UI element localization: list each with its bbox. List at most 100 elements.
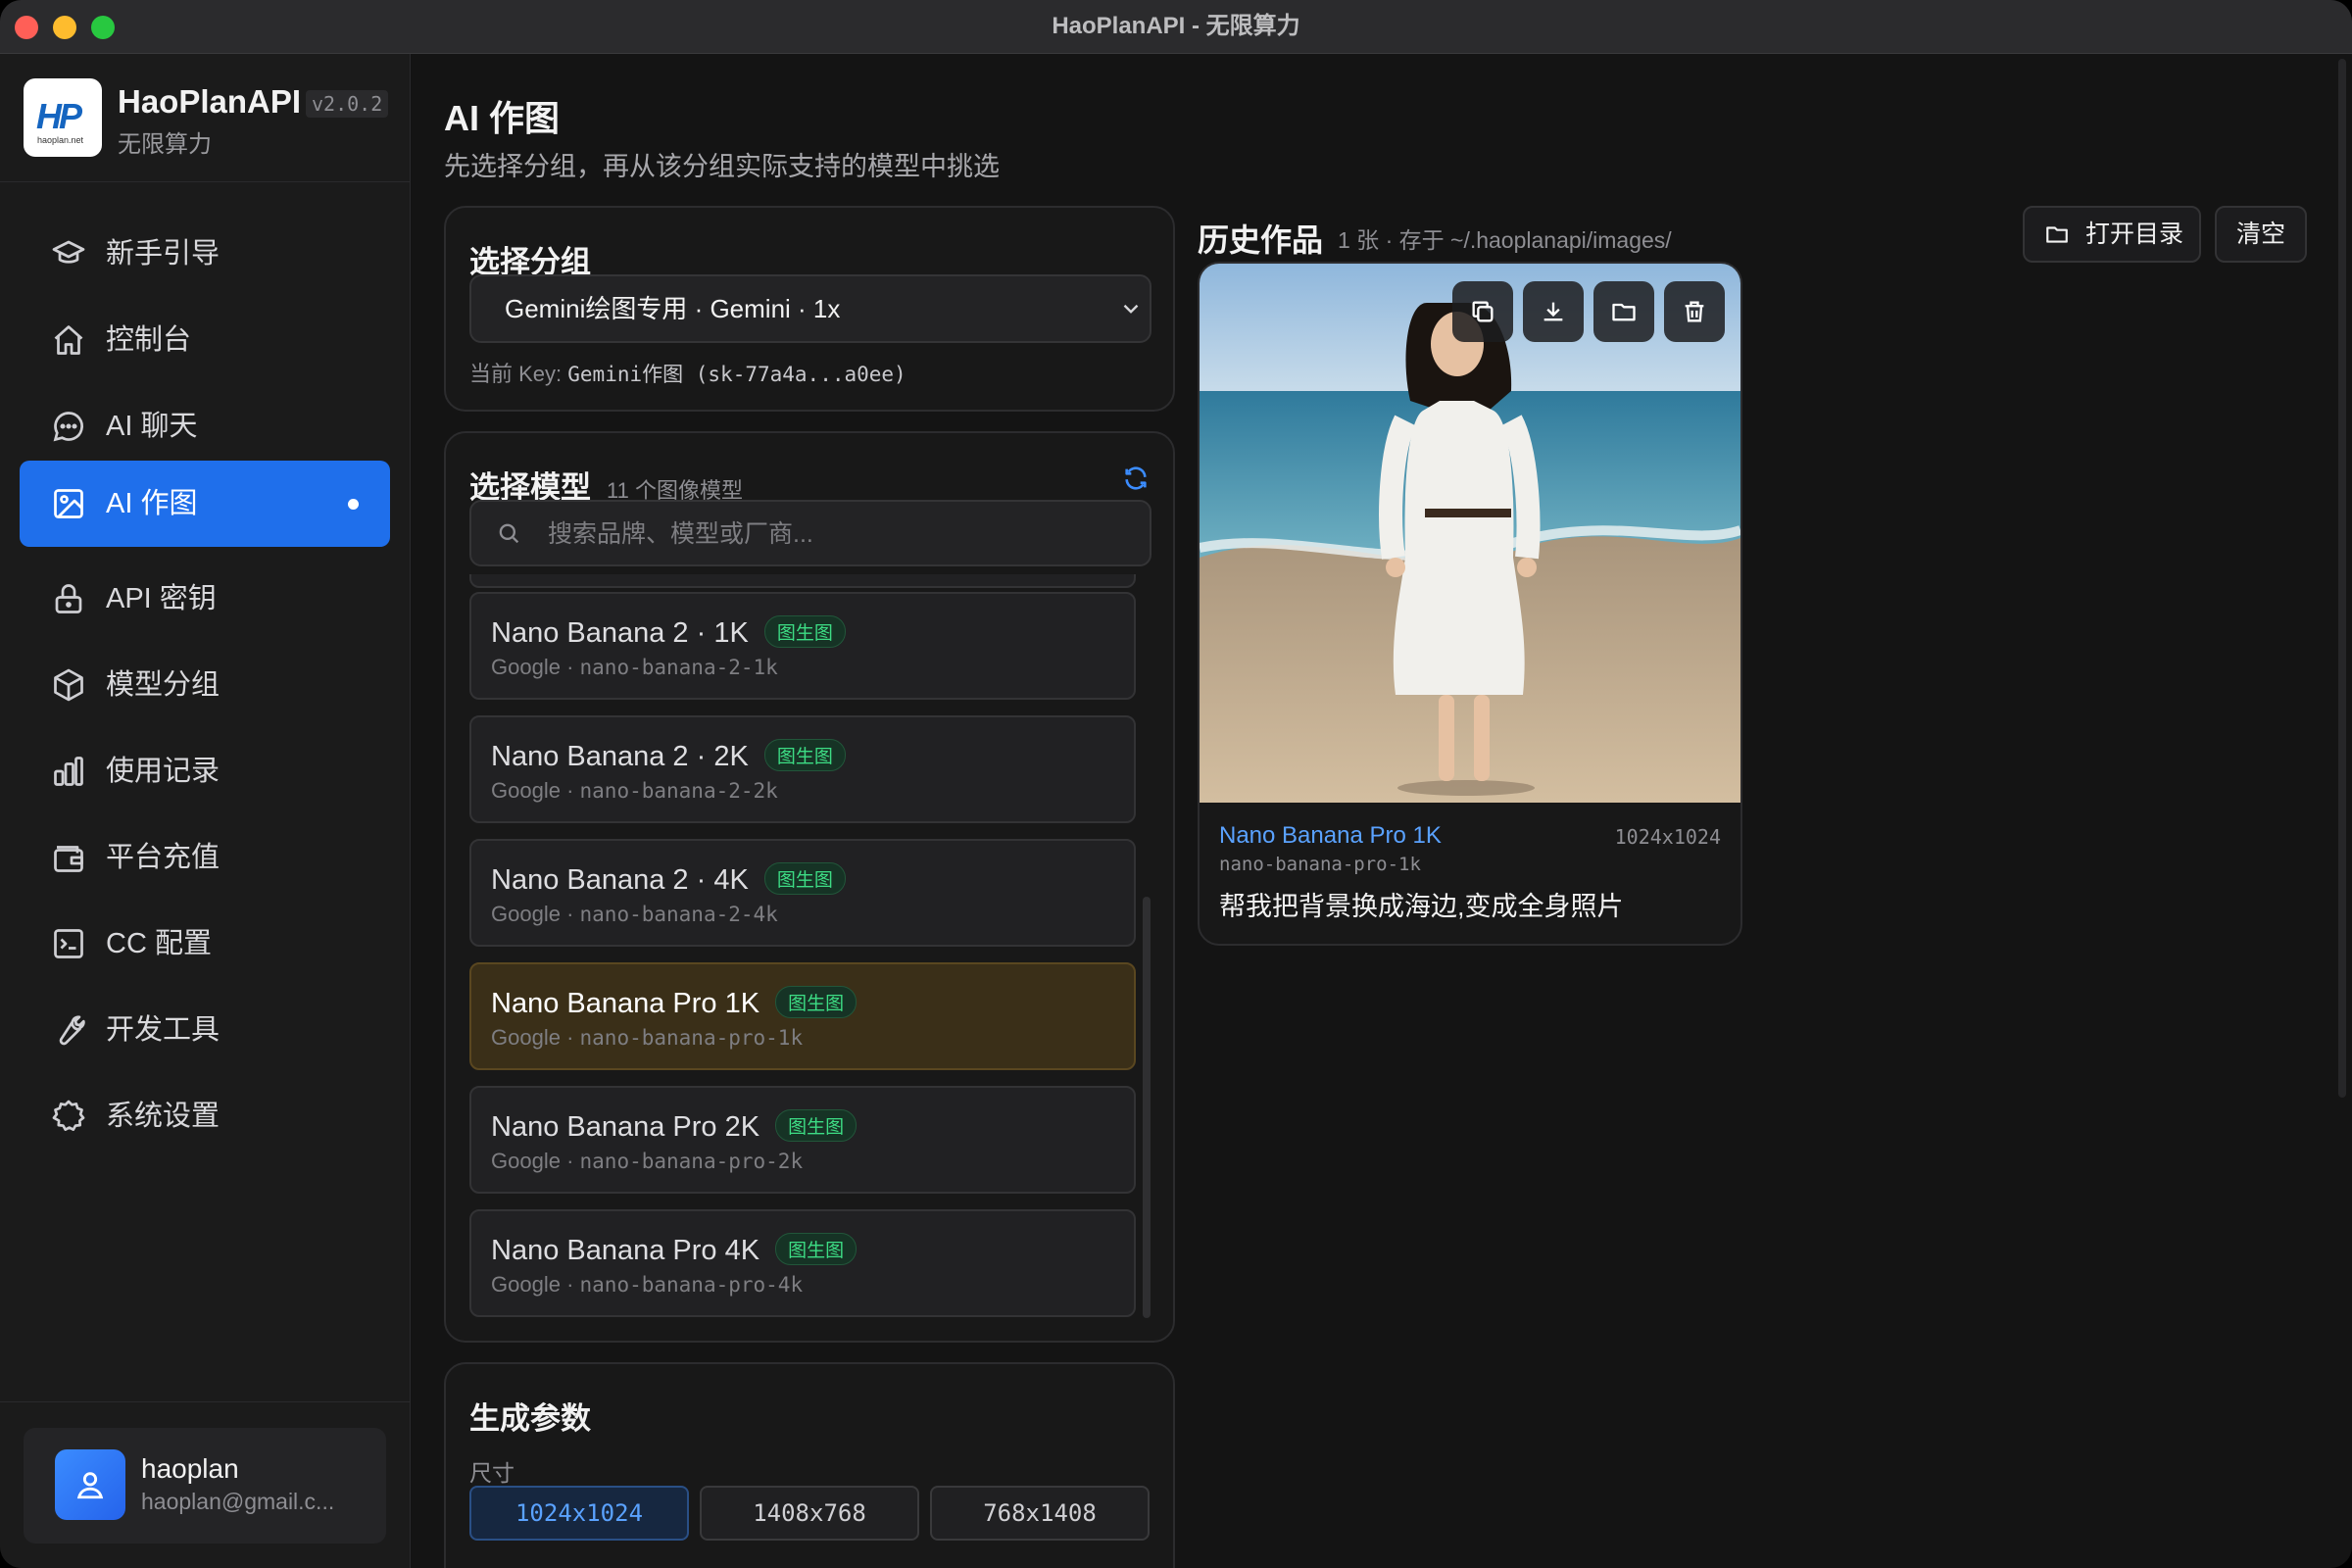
sidebar-item-ai-chat[interactable]: AI 聊天 bbox=[20, 383, 390, 469]
sidebar-item-label: 系统设置 bbox=[106, 1101, 220, 1132]
model-card: 选择模型11 个图像模型 Nano Banana 2 · 1K图生图 Googl… bbox=[444, 431, 1175, 1343]
page-subtitle: 先选择分组，再从该分组实际支持的模型中挑选 bbox=[444, 152, 1000, 181]
folder-icon bbox=[2046, 226, 2068, 243]
sidebar-item-guide[interactable]: 新手引导 bbox=[20, 211, 390, 297]
sidebar: HP haoplan.net HaoPlanAPI v2.0.2 无限算力 新手… bbox=[0, 54, 411, 1568]
history-model-id: nano-banana-pro-1k bbox=[1219, 854, 1421, 875]
history-model-name: Nano Banana Pro 1K bbox=[1219, 822, 1442, 849]
current-key-label: 当前 Key: bbox=[469, 362, 563, 386]
model-item[interactable]: Nano Banana Pro 2K 图生图 Google · nano-bana… bbox=[469, 1086, 1136, 1194]
sidebar-item-label: 使用记录 bbox=[106, 756, 220, 787]
search-icon bbox=[499, 523, 519, 544]
user-name: haoplan bbox=[141, 1453, 239, 1484]
model-search-input[interactable] bbox=[546, 502, 1118, 566]
cube-icon bbox=[54, 668, 83, 702]
title-bar: HaoPlanAPI - 无限算力 bbox=[0, 0, 2352, 54]
lock-icon bbox=[55, 584, 82, 613]
chat-bubble-icon bbox=[53, 412, 83, 442]
active-indicator-dot bbox=[348, 499, 359, 510]
history-meta: 1 张 · 存于 ~/.haoplanapi/images/ bbox=[1338, 227, 1672, 253]
model-meta: Google · nano-banana-pro-1k bbox=[491, 1025, 804, 1050]
app-window: HaoPlanAPI - 无限算力 HP haoplan.net HaoPlan… bbox=[0, 0, 2352, 1568]
model-name: Nano Banana Pro 1K 图生图 bbox=[491, 986, 858, 1020]
window-title: HaoPlanAPI - 无限算力 bbox=[1052, 13, 1300, 39]
model-meta: Google · nano-banana-pro-2k bbox=[491, 1149, 804, 1173]
show-in-folder-button[interactable] bbox=[1593, 281, 1654, 342]
model-name: Nano Banana Pro 2K 图生图 bbox=[491, 1109, 858, 1144]
current-key-line: 当前 Key: Gemini作图 (sk-77a4a...a0ee) bbox=[469, 357, 906, 388]
model-badge: 图生图 bbox=[763, 615, 846, 648]
download-image-button[interactable] bbox=[1523, 281, 1584, 342]
sidebar-item-label: AI 聊天 bbox=[106, 411, 198, 442]
sidebar-item-label: 平台充值 bbox=[106, 842, 220, 873]
size-label: 尺寸 bbox=[469, 1460, 514, 1486]
params-card: 生成参数 尺寸 1024x1024 1408x768 768x1408 bbox=[444, 1362, 1175, 1568]
app-name: HaoPlanAPI bbox=[118, 83, 302, 120]
history-dimensions: 1024x1024 bbox=[1614, 825, 1721, 849]
model-badge: 图生图 bbox=[775, 1233, 858, 1265]
sidebar-item-settings[interactable]: 系统设置 bbox=[20, 1073, 390, 1159]
main-scrollbar[interactable] bbox=[2338, 59, 2346, 1098]
model-name: Nano Banana Pro 4K 图生图 bbox=[491, 1233, 858, 1267]
model-badge: 图生图 bbox=[763, 862, 846, 895]
version-badge: v2.0.2 bbox=[306, 90, 389, 118]
sidebar-item-dashboard[interactable]: 控制台 bbox=[20, 297, 390, 383]
sidebar-item-cc-config[interactable]: CC 配置 bbox=[20, 901, 390, 987]
size-option-button[interactable]: 1408x768 bbox=[700, 1486, 919, 1541]
sidebar-item-label: 新手引导 bbox=[106, 238, 220, 270]
model-item-selected[interactable]: Nano Banana Pro 1K 图生图 Google · nano-bana… bbox=[469, 962, 1136, 1070]
model-item[interactable]: Nano Banana 2 · 2K 图生图 Google · nano-bana… bbox=[469, 715, 1136, 823]
model-item[interactable]: Nano Banana 2 · 4K 图生图 Google · nano-bana… bbox=[469, 839, 1136, 947]
model-meta: Google · nano-banana-2-2k bbox=[491, 778, 778, 803]
size-option-button[interactable]: 768x1408 bbox=[930, 1486, 1150, 1541]
sidebar-item-label: 开发工具 bbox=[106, 1014, 220, 1046]
generated-image[interactable] bbox=[1200, 264, 1740, 803]
sidebar-item-model-groups[interactable]: 模型分组 bbox=[20, 642, 390, 728]
group-select[interactable]: Gemini绘图专用 · Gemini · 1x bbox=[469, 274, 1152, 343]
user-card[interactable]: haoplan haoplan@gmail.c... bbox=[24, 1428, 386, 1544]
user-icon bbox=[76, 1472, 104, 1499]
app-subtitle: 无限算力 bbox=[118, 131, 212, 158]
params-card-title: 生成参数 bbox=[469, 1401, 591, 1436]
app-logo: HP haoplan.net bbox=[24, 78, 102, 157]
model-search-box[interactable] bbox=[469, 500, 1152, 566]
trash-icon bbox=[1685, 301, 1704, 322]
delete-image-button[interactable] bbox=[1664, 281, 1725, 342]
model-badge: 图生图 bbox=[775, 986, 858, 1018]
sidebar-item-ai-image[interactable]: AI 作图 bbox=[20, 461, 390, 547]
model-meta: Google · nano-banana-2-4k bbox=[491, 902, 778, 926]
clear-button[interactable]: 清空 bbox=[2215, 206, 2307, 263]
copy-image-button[interactable] bbox=[1452, 281, 1513, 342]
history-title: 历史作品 bbox=[1198, 222, 1324, 258]
sidebar-divider bbox=[0, 1401, 410, 1402]
list-item[interactable] bbox=[469, 574, 1136, 588]
group-select-value: Gemini绘图专用 · Gemini · 1x bbox=[505, 294, 841, 323]
terminal-icon bbox=[54, 929, 83, 958]
wrench-icon bbox=[59, 1015, 85, 1046]
model-item[interactable]: Nano Banana 2 · 1K 图生图 Google · nano-bana… bbox=[469, 592, 1136, 700]
page-title: AI 作图 bbox=[444, 98, 561, 138]
history-item[interactable]: Nano Banana Pro 1K 1024x1024 nano-banana… bbox=[1198, 262, 1742, 946]
sidebar-item-dev-tools[interactable]: 开发工具 bbox=[20, 987, 390, 1073]
bar-chart-icon bbox=[54, 757, 83, 786]
model-meta: Google · nano-banana-pro-4k bbox=[491, 1272, 804, 1297]
folder-icon bbox=[1612, 303, 1636, 321]
model-name: Nano Banana 2 · 4K 图生图 bbox=[491, 862, 846, 897]
brand-header: HP haoplan.net HaoPlanAPI v2.0.2 无限算力 bbox=[0, 54, 410, 182]
open-directory-button[interactable]: 打开目录 bbox=[2023, 206, 2201, 263]
model-name: Nano Banana 2 · 1K 图生图 bbox=[491, 615, 846, 650]
sidebar-item-usage[interactable]: 使用记录 bbox=[20, 728, 390, 814]
model-list: Nano Banana 2 · 1K 图生图 Google · nano-bana… bbox=[469, 574, 1155, 1335]
sidebar-item-label: API 密钥 bbox=[106, 583, 217, 614]
model-item[interactable]: Nano Banana Pro 4K 图生图 Google · nano-bana… bbox=[469, 1209, 1136, 1317]
user-email: haoplan@gmail.c... bbox=[141, 1489, 335, 1514]
download-icon bbox=[1544, 302, 1563, 321]
image-icon bbox=[54, 489, 83, 518]
sidebar-item-recharge[interactable]: 平台充值 bbox=[20, 814, 390, 901]
size-option-button[interactable]: 1024x1024 bbox=[469, 1486, 689, 1541]
model-list-scrollbar[interactable] bbox=[1143, 897, 1151, 1318]
sidebar-item-label: CC 配置 bbox=[106, 928, 212, 959]
open-directory-label: 打开目录 bbox=[2085, 220, 2184, 248]
sidebar-item-api-keys[interactable]: API 密钥 bbox=[20, 556, 390, 642]
refresh-icon[interactable] bbox=[1122, 465, 1150, 492]
